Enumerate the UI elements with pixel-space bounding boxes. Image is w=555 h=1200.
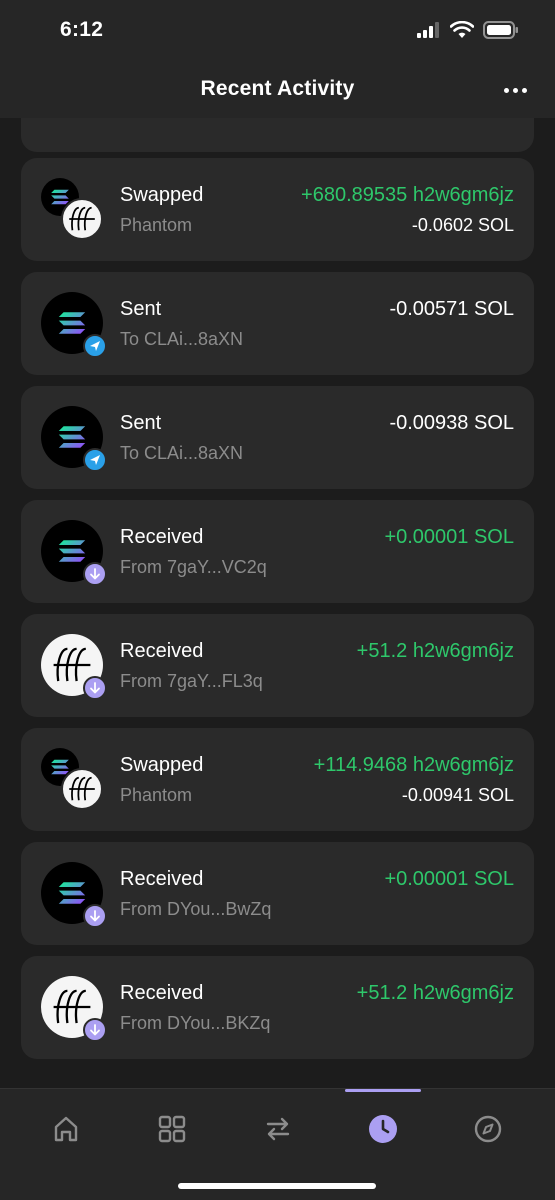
received-avatar — [41, 976, 107, 1042]
activity-amount: +0.00001 SOL — [384, 526, 514, 548]
tab-activity[interactable] — [361, 1107, 405, 1151]
activity-title: Received — [120, 868, 204, 890]
tab-swap[interactable] — [256, 1107, 300, 1151]
activity-title: Swapped — [120, 184, 204, 206]
swap-avatar — [41, 748, 105, 812]
activity-amount-secondary: -0.0602 SOL — [411, 215, 514, 235]
cellular-signal-icon — [417, 22, 439, 38]
activity-title: Swapped — [120, 754, 204, 776]
compass-icon — [474, 1115, 502, 1143]
wifi-icon — [450, 21, 474, 38]
activity-title: Received — [120, 982, 204, 1004]
received-avatar — [41, 520, 107, 586]
tab-explore[interactable] — [466, 1107, 510, 1151]
activity-subtitle: From 7gaY...VC2q — [120, 557, 267, 577]
activity-card[interactable]: Sent To CLAi...8aXN -0.00571 SOL — [21, 272, 534, 375]
activity-list[interactable]: Swapped Phantom +680.89535 h2w6gm6jz -0.… — [0, 118, 555, 1088]
header: Recent Activity — [0, 60, 555, 118]
activity-subtitle: From DYou...BKZq — [120, 1013, 271, 1033]
grid-icon — [158, 1115, 186, 1143]
battery-icon — [483, 21, 518, 39]
tab-home[interactable] — [44, 1107, 88, 1151]
activity-amount: +0.00001 SOL — [384, 868, 514, 890]
receive-badge-icon — [83, 1018, 107, 1042]
activity-subtitle: From DYou...BwZq — [120, 899, 272, 919]
status-time: 6:12 — [60, 18, 104, 41]
more-dot-icon — [503, 87, 509, 93]
received-avatar — [41, 862, 107, 928]
activity-title: Sent — [120, 298, 162, 320]
activity-subtitle: Phantom — [120, 215, 193, 235]
receive-badge-icon — [83, 562, 107, 586]
clock-icon — [369, 1115, 397, 1143]
activity-title: Sent — [120, 412, 162, 434]
activity-subtitle: To CLAi...8aXN — [120, 443, 244, 463]
activity-title: Received — [120, 640, 204, 662]
activity-amount-secondary: -0.00941 SOL — [401, 785, 514, 805]
activity-subtitle: Phantom — [120, 785, 193, 805]
activity-amount: +680.89535 h2w6gm6jz — [301, 184, 514, 206]
tab-collectibles[interactable] — [150, 1107, 194, 1151]
h2w6gm6jz-token-icon — [61, 768, 103, 810]
activity-amount: -0.00571 SOL — [389, 298, 514, 320]
activity-subtitle: To CLAi...8aXN — [120, 329, 244, 349]
send-badge-icon — [83, 448, 107, 472]
activity-card[interactable]: Swapped Phantom +680.89535 h2w6gm6jz -0.… — [21, 158, 534, 261]
status-bar: 6:12 — [0, 0, 555, 60]
activity-amount: -0.00938 SOL — [389, 412, 514, 434]
received-avatar — [41, 634, 107, 700]
activity-card[interactable]: Sent To CLAi...8aXN -0.00938 SOL — [21, 386, 534, 489]
activity-amount: +114.9468 h2w6gm6jz — [313, 754, 514, 776]
more-options-button[interactable] — [501, 76, 529, 104]
h2w6gm6jz-token-icon — [61, 198, 103, 240]
activity-card[interactable]: Received From DYou...BwZq +0.00001 SOL — [21, 842, 534, 945]
home-indicator[interactable] — [178, 1183, 376, 1189]
activity-title: Received — [120, 526, 204, 548]
sent-avatar — [41, 406, 107, 472]
activity-subtitle: From 7gaY...FL3q — [120, 671, 263, 691]
activity-card-partial[interactable] — [21, 118, 534, 152]
page-title: Recent Activity — [200, 77, 355, 100]
send-badge-icon — [83, 334, 107, 358]
activity-card[interactable]: Received From 7gaY...FL3q +51.2 h2w6gm6j… — [21, 614, 534, 717]
more-dot-icon — [521, 87, 527, 93]
sent-avatar — [41, 292, 107, 358]
activity-amount: +51.2 h2w6gm6jz — [356, 982, 514, 1004]
home-icon — [54, 1116, 78, 1142]
receive-badge-icon — [83, 904, 107, 928]
swap-avatar — [41, 178, 105, 242]
activity-card[interactable]: Received From 7gaY...VC2q +0.00001 SOL — [21, 500, 534, 603]
activity-amount: +51.2 h2w6gm6jz — [356, 640, 514, 662]
receive-badge-icon — [83, 676, 107, 700]
activity-card[interactable]: Swapped Phantom +114.9468 h2w6gm6jz -0.0… — [21, 728, 534, 831]
active-tab-indicator — [345, 1089, 421, 1092]
swap-arrows-icon — [266, 1117, 290, 1141]
activity-card[interactable]: Received From DYou...BKZq +51.2 h2w6gm6j… — [21, 956, 534, 1059]
more-dot-icon — [512, 87, 518, 93]
status-icons — [417, 21, 519, 39]
